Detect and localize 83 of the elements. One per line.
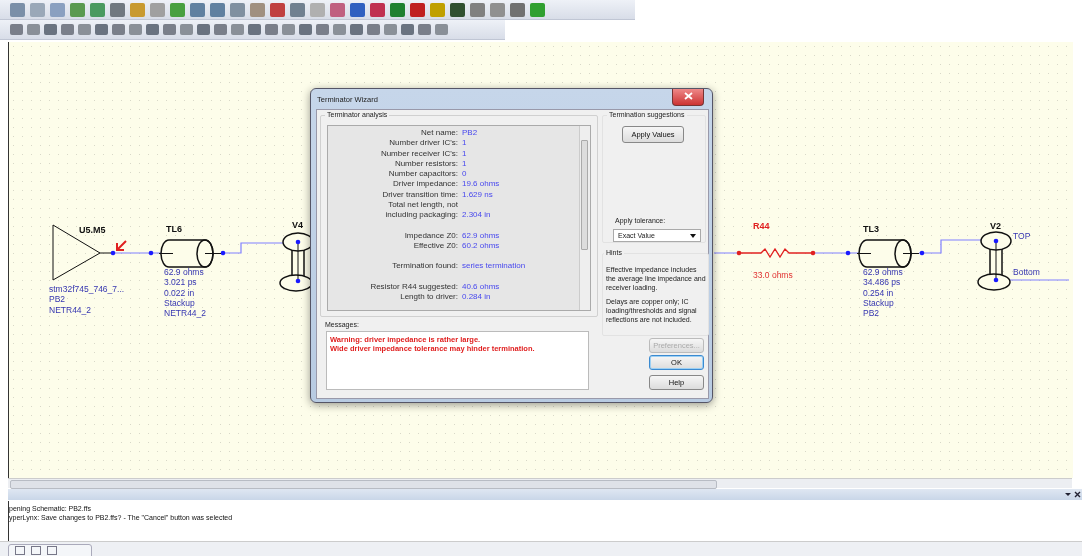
property-text: 3.021 ps <box>164 277 197 288</box>
field-value: PB2 <box>462 128 479 139</box>
property-text: 0.254 in <box>863 287 894 298</box>
ref-label: TL3 <box>863 224 879 234</box>
field-label: Effective Z0: <box>412 240 458 252</box>
pin-dot <box>993 277 999 283</box>
pin-dot <box>295 278 301 284</box>
field-value: 1.629 ns <box>462 189 494 201</box>
scrollbar-thumb[interactable] <box>10 480 717 489</box>
property-text: PB2 <box>49 294 66 305</box>
property-text: 34.486 ps <box>863 277 901 288</box>
toolbar-icon[interactable] <box>290 2 305 17</box>
window-tabs[interactable] <box>8 544 92 556</box>
toolbar-icon[interactable] <box>470 2 485 17</box>
driver-symbol <box>52 224 112 281</box>
field-value: 19.6 ohms <box>462 179 501 190</box>
toolbar-icon[interactable] <box>350 2 365 17</box>
field-label: Number receiver IC's: <box>379 148 458 159</box>
via-symbol <box>977 231 1012 291</box>
toolbar-icon[interactable] <box>410 2 425 17</box>
field-label: Number capacitors: <box>387 169 458 180</box>
field-label: Total net length, not <box>387 200 458 211</box>
ref-label: V4 <box>292 220 303 230</box>
property-text: 0.022 in <box>164 287 195 298</box>
toolbar-icon[interactable] <box>510 2 525 17</box>
ref-label: R44 <box>753 221 770 231</box>
toolbar-icon[interactable] <box>390 2 405 17</box>
field-label: Resistor R44 suggested: <box>369 281 458 292</box>
toolbar-icon[interactable] <box>210 2 225 17</box>
field-value: 40.6 ohms <box>462 281 501 292</box>
close-button[interactable] <box>672 89 704 106</box>
ref-label: TL6 <box>166 224 182 234</box>
pin-dot <box>148 250 154 256</box>
pin-dot <box>736 250 742 256</box>
pin-dot <box>110 250 116 256</box>
property-text: Stackup <box>863 297 894 308</box>
field-value: 1 <box>462 158 468 170</box>
layer-label: TOP <box>1013 231 1031 241</box>
field-label: Number resistors: <box>393 158 458 170</box>
transmission-line-symbol <box>158 239 222 268</box>
pin-dot <box>993 238 999 244</box>
field-label: Number driver IC's: <box>388 138 458 149</box>
field-label: Net name: <box>420 128 458 139</box>
toolbar-icon[interactable] <box>190 2 205 17</box>
layer-label: Bottom <box>1013 267 1040 277</box>
pin-dot <box>810 250 816 256</box>
pin-dot <box>845 250 851 256</box>
scrollbar-thumb[interactable] <box>581 140 588 250</box>
caret-icon <box>690 233 696 238</box>
property-text: NETR44_2 <box>49 304 92 315</box>
toolbar-icon[interactable] <box>110 2 125 17</box>
field-value: 1 <box>462 148 468 159</box>
toolbar-icon[interactable] <box>270 2 285 17</box>
field-value: 0 <box>462 169 468 180</box>
pin-dot <box>919 250 925 256</box>
property-text: 62.9 ohms <box>164 267 204 277</box>
field-value: 2.304 in <box>462 210 492 221</box>
field-value: 0.284 in <box>462 291 492 303</box>
toolbar-icon[interactable] <box>370 2 385 17</box>
field-value: 60.2 ohms <box>462 240 501 252</box>
ref-label: U5.M5 <box>79 225 106 235</box>
field-value: 62.9 ohms <box>462 230 501 241</box>
property-text: Stackup <box>164 297 195 308</box>
pin-dot <box>220 250 226 256</box>
transmission-line-symbol <box>856 239 920 268</box>
ref-label: V2 <box>990 221 1001 231</box>
property-text: stm32f745_746_7... <box>49 284 125 294</box>
property-text: 62.9 ohms <box>863 267 903 277</box>
field-label: Driver transition time: <box>381 189 458 201</box>
property-text: PB2 <box>863 308 880 319</box>
field-value: 1 <box>462 138 468 149</box>
arrow-icon <box>116 240 127 251</box>
field-label: Impedance Z0: <box>403 230 458 241</box>
field-label: Length to driver: <box>399 291 458 303</box>
field-label: Termination found: <box>391 261 458 272</box>
toolbar-icon[interactable] <box>450 2 465 17</box>
field-label: including packaging: <box>384 210 458 221</box>
field-label: Driver impedance: <box>392 179 458 190</box>
toolbar-icon[interactable] <box>330 2 345 17</box>
field-value: series termination <box>462 261 527 272</box>
property-text: 33.0 ohms <box>753 270 793 280</box>
property-text: NETR44_2 <box>164 308 207 319</box>
pin-dot <box>295 239 301 245</box>
